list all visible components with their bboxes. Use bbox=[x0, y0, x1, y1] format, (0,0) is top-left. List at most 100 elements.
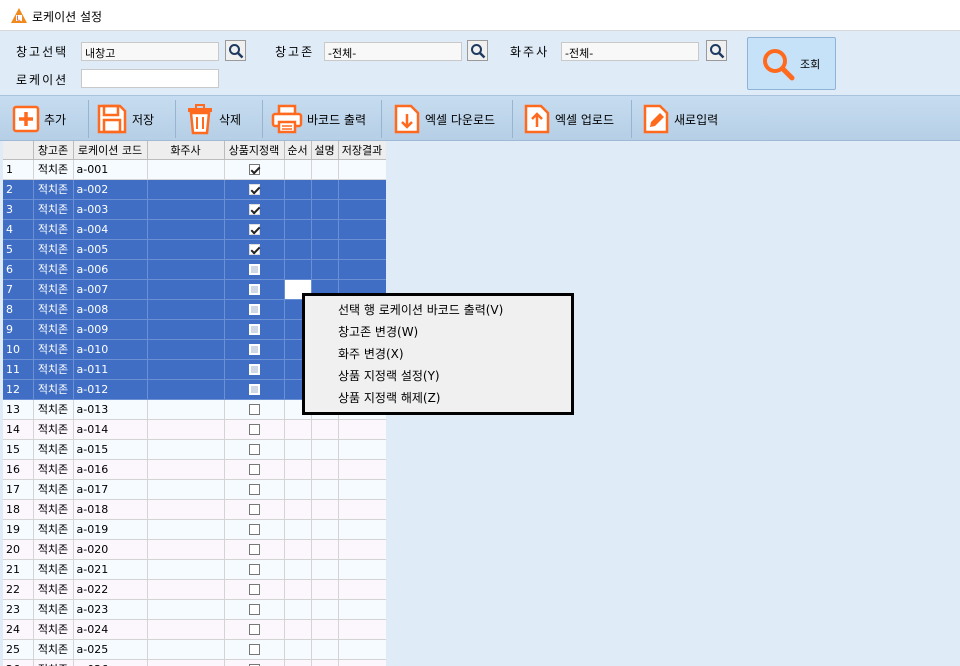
product-rack-checkbox[interactable] bbox=[248, 584, 260, 595]
cell-description[interactable] bbox=[311, 659, 339, 666]
table-row[interactable]: 24 적치존 a-024 bbox=[3, 619, 386, 640]
cell-zone[interactable]: 적치존 bbox=[33, 199, 74, 220]
cell-owner[interactable] bbox=[147, 519, 225, 540]
zone-field[interactable]: -전체- bbox=[324, 42, 462, 61]
cell-row-number[interactable]: 4 bbox=[3, 219, 34, 240]
cell-row-number[interactable]: 23 bbox=[3, 599, 34, 620]
product-rack-checkbox[interactable] bbox=[248, 384, 260, 395]
cell-description[interactable] bbox=[311, 179, 339, 200]
cell-location-code[interactable]: a-003 bbox=[73, 199, 148, 220]
table-row[interactable]: 14 적치존 a-014 bbox=[3, 419, 386, 440]
menu-item-unset-product-rack[interactable]: 상품 지정랙 해제(Z) bbox=[305, 387, 571, 409]
cell-order[interactable] bbox=[284, 499, 312, 520]
cell-order[interactable] bbox=[284, 579, 312, 600]
cell-save-result[interactable] bbox=[338, 219, 386, 240]
product-rack-checkbox[interactable] bbox=[248, 364, 260, 375]
cell-save-result[interactable] bbox=[338, 559, 386, 580]
location-input[interactable] bbox=[81, 69, 219, 88]
cell-zone[interactable]: 적치존 bbox=[33, 519, 74, 540]
cell-order[interactable] bbox=[284, 559, 312, 580]
product-rack-checkbox[interactable] bbox=[248, 504, 260, 515]
product-rack-checkbox[interactable] bbox=[248, 484, 260, 495]
cell-zone[interactable]: 적치존 bbox=[33, 459, 74, 480]
cell-product-rack[interactable] bbox=[224, 439, 285, 460]
cell-row-number[interactable]: 7 bbox=[3, 279, 34, 300]
cell-order[interactable] bbox=[284, 639, 312, 660]
cell-product-rack[interactable] bbox=[224, 159, 285, 180]
cell-owner[interactable] bbox=[147, 199, 225, 220]
cell-owner[interactable] bbox=[147, 319, 225, 340]
cell-zone[interactable]: 적치존 bbox=[33, 559, 74, 580]
cell-owner[interactable] bbox=[147, 479, 225, 500]
table-row[interactable]: 20 적치존 a-020 bbox=[3, 539, 386, 560]
cell-product-rack[interactable] bbox=[224, 259, 285, 280]
cell-owner[interactable] bbox=[147, 359, 225, 380]
cell-order[interactable] bbox=[284, 199, 312, 220]
cell-description[interactable] bbox=[311, 219, 339, 240]
cell-location-code[interactable]: a-010 bbox=[73, 339, 148, 360]
warehouse-search-button[interactable] bbox=[225, 40, 246, 61]
cell-row-number[interactable]: 24 bbox=[3, 619, 34, 640]
cell-save-result[interactable] bbox=[338, 639, 386, 660]
cell-save-result[interactable] bbox=[338, 519, 386, 540]
product-rack-checkbox[interactable] bbox=[248, 624, 260, 635]
product-rack-checkbox[interactable] bbox=[248, 644, 260, 655]
table-row[interactable]: 15 적치존 a-015 bbox=[3, 439, 386, 460]
cell-owner[interactable] bbox=[147, 279, 225, 300]
table-row[interactable]: 21 적치존 a-021 bbox=[3, 559, 386, 580]
cell-row-number[interactable]: 22 bbox=[3, 579, 34, 600]
cell-product-rack[interactable] bbox=[224, 339, 285, 360]
product-rack-checkbox[interactable] bbox=[248, 524, 260, 535]
cell-owner[interactable] bbox=[147, 559, 225, 580]
cell-zone[interactable]: 적치존 bbox=[33, 659, 74, 666]
cell-order[interactable] bbox=[284, 539, 312, 560]
cell-location-code[interactable]: a-002 bbox=[73, 179, 148, 200]
cell-save-result[interactable] bbox=[338, 159, 386, 180]
cell-description[interactable] bbox=[311, 479, 339, 500]
product-rack-checkbox[interactable] bbox=[248, 564, 260, 575]
cell-row-number[interactable]: 25 bbox=[3, 639, 34, 660]
product-rack-checkbox[interactable] bbox=[248, 344, 260, 355]
cell-row-number[interactable]: 15 bbox=[3, 439, 34, 460]
excel-download-button[interactable]: 엑셀 다운로드 bbox=[393, 96, 495, 142]
column-header-owner[interactable]: 화주사 bbox=[147, 141, 225, 160]
add-button[interactable]: 추가 bbox=[12, 96, 66, 142]
product-rack-checkbox[interactable] bbox=[248, 184, 260, 195]
cell-product-rack[interactable] bbox=[224, 659, 285, 666]
table-row[interactable]: 3 적치존 a-003 bbox=[3, 199, 386, 220]
warehouse-field[interactable]: 내창고 bbox=[81, 42, 219, 61]
cell-location-code[interactable]: a-023 bbox=[73, 599, 148, 620]
cell-zone[interactable]: 적치존 bbox=[33, 239, 74, 260]
cell-zone[interactable]: 적치존 bbox=[33, 439, 74, 460]
product-rack-checkbox[interactable] bbox=[248, 544, 260, 555]
cell-row-number[interactable]: 8 bbox=[3, 299, 34, 320]
cell-zone[interactable]: 적치존 bbox=[33, 479, 74, 500]
cell-zone[interactable]: 적치존 bbox=[33, 579, 74, 600]
zone-search-button[interactable] bbox=[467, 40, 488, 61]
product-rack-checkbox[interactable] bbox=[248, 444, 260, 455]
cell-location-code[interactable]: a-005 bbox=[73, 239, 148, 260]
cell-description[interactable] bbox=[311, 159, 339, 180]
cell-product-rack[interactable] bbox=[224, 639, 285, 660]
cell-zone[interactable]: 적치존 bbox=[33, 539, 74, 560]
cell-zone[interactable]: 적치존 bbox=[33, 399, 74, 420]
cell-owner[interactable] bbox=[147, 419, 225, 440]
cell-location-code[interactable]: a-007 bbox=[73, 279, 148, 300]
cell-description[interactable] bbox=[311, 419, 339, 440]
cell-order[interactable] bbox=[284, 459, 312, 480]
cell-row-number[interactable]: 10 bbox=[3, 339, 34, 360]
cell-owner[interactable] bbox=[147, 219, 225, 240]
table-row[interactable]: 19 적치존 a-019 bbox=[3, 519, 386, 540]
barcode-print-button[interactable]: 바코드 출력 bbox=[271, 96, 366, 142]
cell-product-rack[interactable] bbox=[224, 419, 285, 440]
new-input-button[interactable]: 새로입력 bbox=[642, 96, 718, 142]
cell-save-result[interactable] bbox=[338, 579, 386, 600]
cell-description[interactable] bbox=[311, 599, 339, 620]
product-rack-checkbox[interactable] bbox=[248, 464, 260, 475]
cell-zone[interactable]: 적치존 bbox=[33, 359, 74, 380]
cell-row-number[interactable]: 2 bbox=[3, 179, 34, 200]
cell-product-rack[interactable] bbox=[224, 219, 285, 240]
owner-search-button[interactable] bbox=[706, 40, 727, 61]
cell-location-code[interactable]: a-024 bbox=[73, 619, 148, 640]
cell-location-code[interactable]: a-021 bbox=[73, 559, 148, 580]
